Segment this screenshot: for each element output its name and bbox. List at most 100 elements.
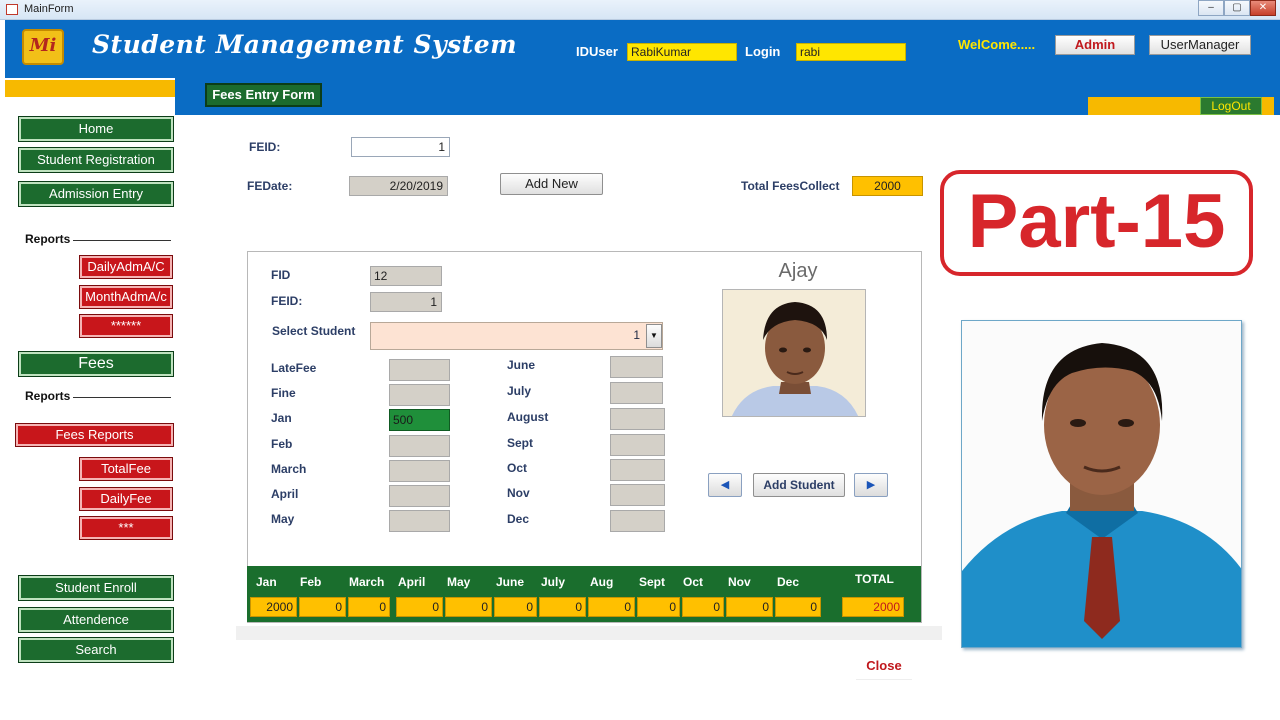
may-field[interactable] <box>389 510 450 532</box>
june-label: June <box>507 358 536 372</box>
jan-field[interactable]: 500 <box>389 409 450 431</box>
july-field[interactable] <box>610 382 663 404</box>
tab-fees-entry-form[interactable]: Fees Entry Form <box>205 83 322 107</box>
nov-label: Nov <box>507 486 530 500</box>
panel-feid-field[interactable]: 1 <box>370 292 442 312</box>
total-fees-collect-label: Total FeesCollect <box>741 179 840 193</box>
sidebar-item-attendence[interactable]: Attendence <box>18 607 174 633</box>
panel-feid-label: FEID: <box>271 294 303 308</box>
sidebar-item-student-enroll[interactable]: Student Enroll <box>18 575 174 601</box>
admin-button[interactable]: Admin <box>1055 35 1135 55</box>
march-field[interactable] <box>389 460 450 482</box>
sept-field[interactable] <box>610 434 665 456</box>
total-cell-june: 0 <box>494 597 537 617</box>
total-cell-nov: 0 <box>726 597 773 617</box>
latefee-label: LateFee <box>271 361 317 375</box>
jan-label: Jan <box>271 411 292 425</box>
total-cell-march: 0 <box>348 597 390 617</box>
sidebar-item-daily-fee[interactable]: DailyFee <box>79 487 173 511</box>
reports-divider-1 <box>73 240 171 241</box>
total-cell-aug: 0 <box>588 597 635 617</box>
sidebar-item-total-fee[interactable]: TotalFee <box>79 457 173 481</box>
total-header-april: April <box>398 575 426 589</box>
sidebar-item-home[interactable]: Home <box>18 116 174 142</box>
total-cell-july: 0 <box>539 597 586 617</box>
august-field[interactable] <box>610 408 665 430</box>
welcome-text: WelCome..... <box>958 37 1036 52</box>
sidebar-top-strip <box>5 80 175 97</box>
fine-label: Fine <box>271 386 296 400</box>
july-label: July <box>507 384 532 398</box>
sidebar-item-search[interactable]: Search <box>18 637 174 663</box>
april-label: April <box>271 487 299 501</box>
logout-strip <box>1088 97 1200 115</box>
logout-strip-end <box>1262 97 1274 115</box>
total-cell-may: 0 <box>445 597 492 617</box>
total-cell-total: 2000 <box>842 597 904 617</box>
feb-label: Feb <box>271 437 293 451</box>
sidebar-item-fees-reports[interactable]: Fees Reports <box>15 423 174 447</box>
march-label: March <box>271 462 307 476</box>
window-title-bar: MainForm <box>0 0 1280 20</box>
feid-label: FEID: <box>249 140 281 154</box>
oct-field[interactable] <box>610 459 665 481</box>
previous-student-button[interactable]: ◀ <box>708 473 742 497</box>
total-header-sept: Sept <box>639 575 666 589</box>
add-new-button[interactable]: Add New <box>500 173 603 195</box>
iduser-label: IDUser <box>576 44 618 59</box>
sidebar-item-student-registration[interactable]: Student Registration <box>18 147 174 173</box>
sidebar-item-admission-entry[interactable]: Admission Entry <box>18 181 174 207</box>
total-cell-sept: 0 <box>637 597 680 617</box>
logout-button[interactable]: LogOut <box>1200 97 1262 115</box>
total-header-march: March <box>349 575 385 589</box>
sidebar-item-month-adm[interactable]: MonthAdmA/c <box>79 285 173 309</box>
fedate-label: FEDate: <box>247 179 293 193</box>
fid-field[interactable]: 12 <box>370 266 442 286</box>
login-field[interactable]: rabi <box>796 43 906 61</box>
total-header-june: June <box>496 575 525 589</box>
total-header-may: May <box>447 575 471 589</box>
fid-label: FID <box>271 268 291 282</box>
triangle-right-icon: ▶ <box>866 479 876 491</box>
login-label: Login <box>745 44 781 59</box>
fedate-field[interactable]: 2/20/2019 <box>349 176 448 196</box>
total-cell-feb: 0 <box>299 597 346 617</box>
presenter-photo <box>961 320 1242 648</box>
student-photo <box>722 289 866 417</box>
sept-label: Sept <box>507 436 534 450</box>
iduser-field[interactable]: RabiKumar <box>627 43 737 61</box>
app-logo: Mi <box>22 29 64 65</box>
close-window-button[interactable]: ✕ <box>1250 0 1276 16</box>
feid-field[interactable]: 1 <box>351 137 450 157</box>
user-manager-button[interactable]: UserManager <box>1149 35 1251 55</box>
feb-field[interactable] <box>389 435 450 457</box>
total-cell-april: 0 <box>396 597 443 617</box>
total-header-aug: Aug <box>590 575 614 589</box>
total-header-jan: Jan <box>256 575 277 589</box>
window-title: MainForm <box>24 3 74 15</box>
latefee-field[interactable] <box>389 359 450 381</box>
sidebar-item-stars-3[interactable]: *** <box>79 516 173 540</box>
total-header-dec: Dec <box>777 575 800 589</box>
chevron-down-icon[interactable]: ▼ <box>646 324 662 348</box>
total-header-nov: Nov <box>728 575 751 589</box>
select-student-dropdown[interactable]: 1 <box>370 322 663 350</box>
oct-label: Oct <box>507 461 528 475</box>
april-field[interactable] <box>389 485 450 507</box>
close-form-button[interactable]: Close <box>856 656 912 680</box>
fine-field[interactable] <box>389 384 450 406</box>
maximize-button[interactable]: ▢ <box>1224 0 1250 16</box>
horizontal-scrollbar[interactable] <box>236 626 942 640</box>
sidebar-item-fees[interactable]: Fees <box>18 351 174 377</box>
reports-label-1: Reports <box>25 232 71 246</box>
sidebar-item-daily-adm[interactable]: DailyAdmA/C <box>79 255 173 279</box>
next-student-button[interactable]: ▶ <box>854 473 888 497</box>
june-field[interactable] <box>610 356 663 378</box>
sidebar-item-stars-6[interactable]: ****** <box>79 314 173 338</box>
dec-field[interactable] <box>610 510 665 532</box>
august-label: August <box>507 410 549 424</box>
total-fees-collect-value: 2000 <box>852 176 923 196</box>
minimize-button[interactable]: – <box>1198 0 1224 16</box>
nov-field[interactable] <box>610 484 665 506</box>
add-student-button[interactable]: Add Student <box>753 473 845 497</box>
